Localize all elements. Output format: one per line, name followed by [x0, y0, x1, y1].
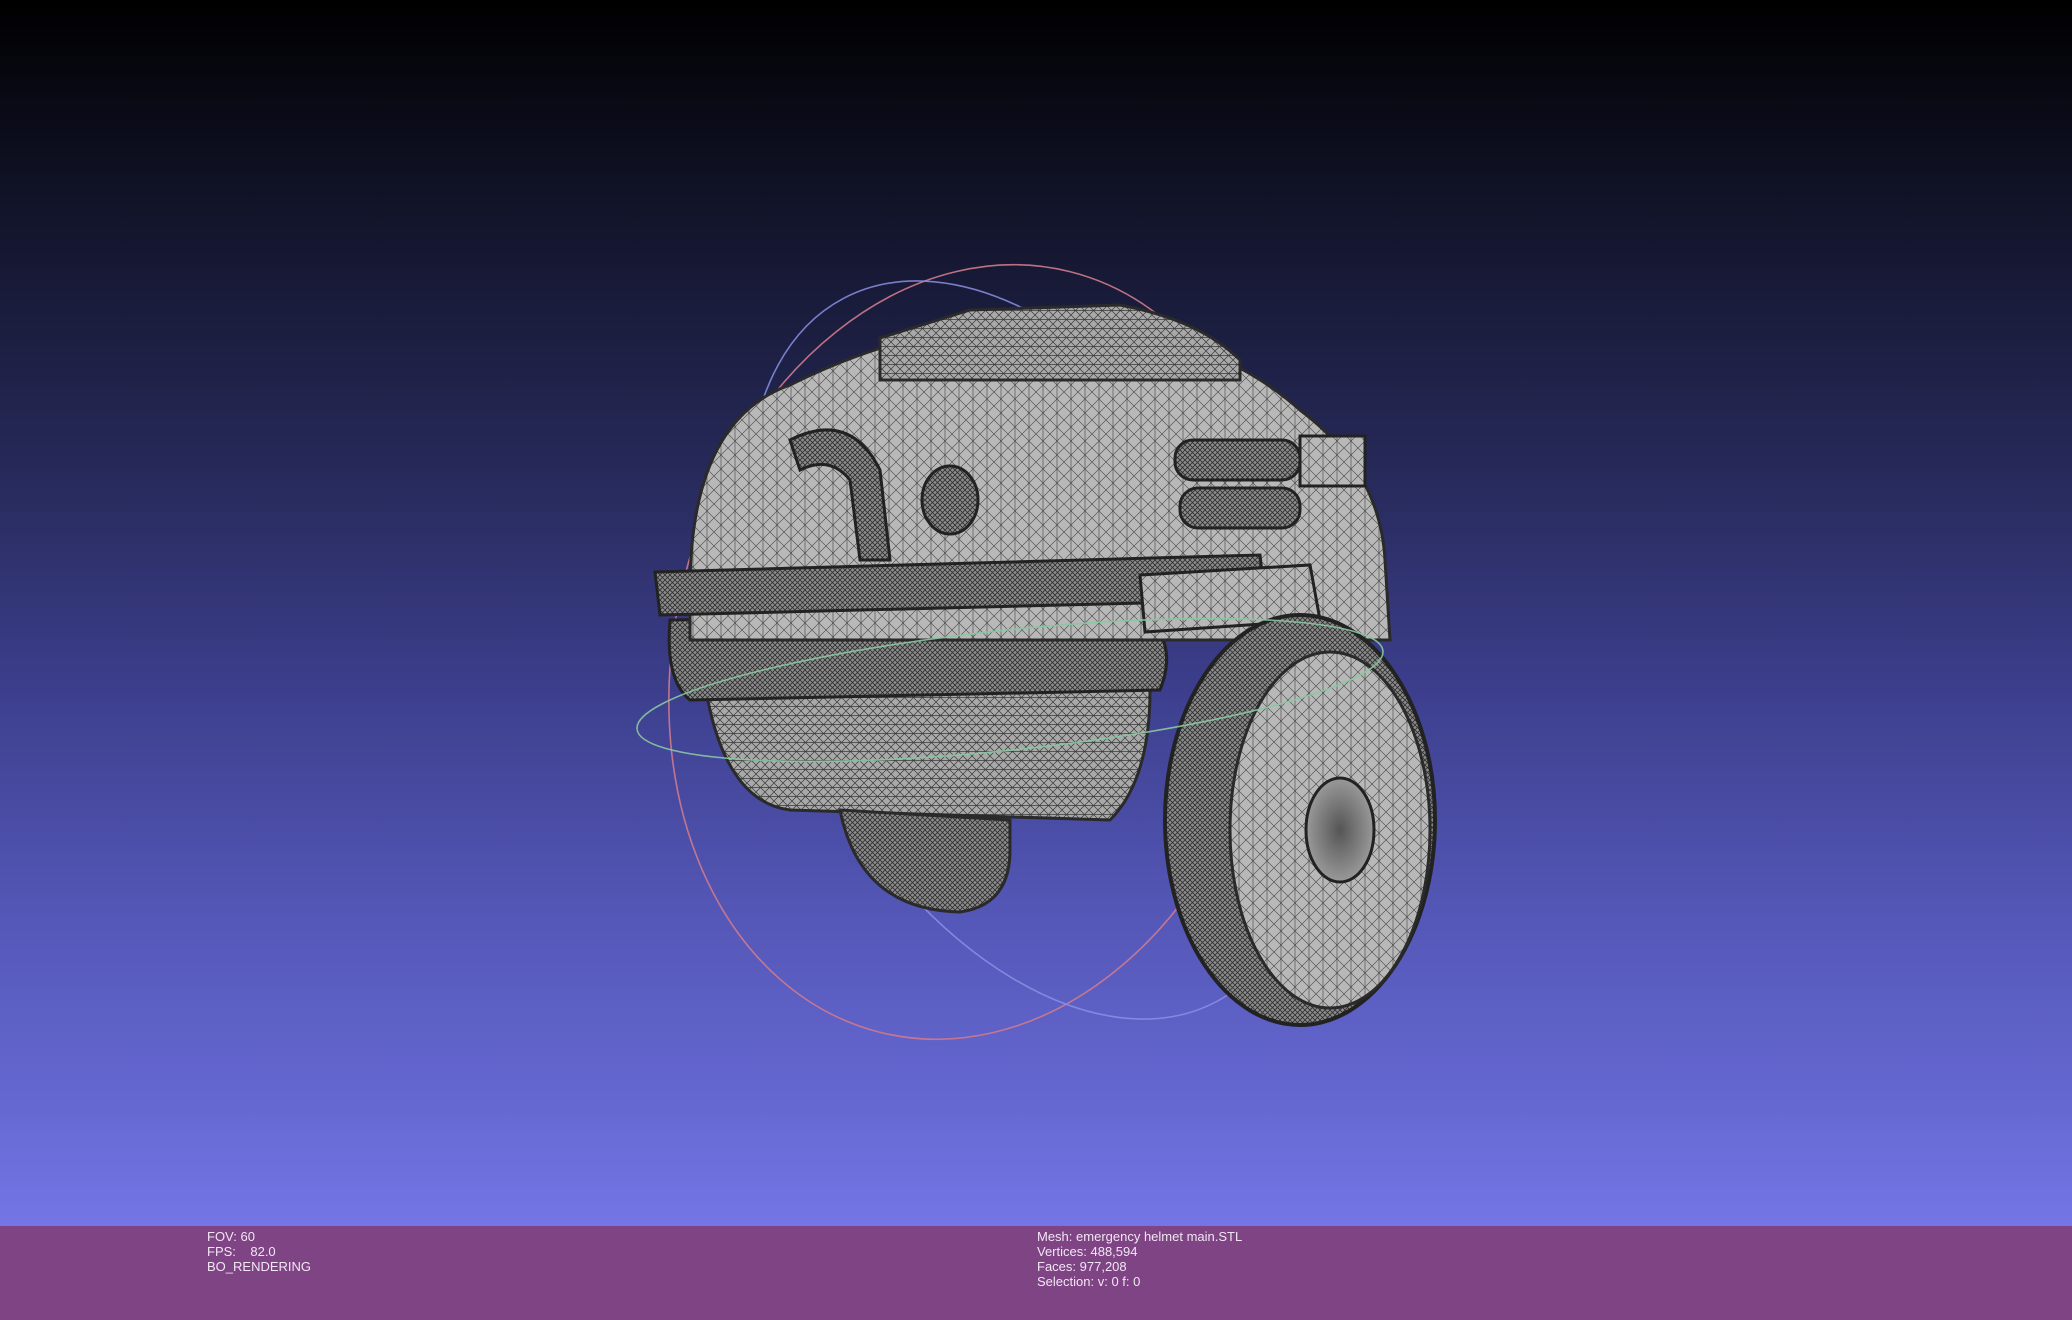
render-mode: BO_RENDERING — [207, 1259, 312, 1274]
mesh-name-readout: Mesh: emergency helmet main.STL — [1037, 1229, 1242, 1244]
selection-value: v: 0 f: 0 — [1097, 1274, 1141, 1289]
selection-label: Selection: — [1037, 1274, 1095, 1289]
mesh-top-ridge — [878, 303, 1242, 382]
mesh-label: Mesh: — [1037, 1229, 1073, 1244]
fps-label: FPS: — [207, 1244, 236, 1259]
3d-viewport[interactable] — [0, 0, 2072, 1320]
render-info-panel: FOV: 60 FPS: 82.0 BO_RENDERING — [207, 1229, 311, 1274]
mesh-info-panel: Mesh: emergency helmet main.STL Vertices… — [1037, 1229, 1242, 1289]
mesh-lamp — [920, 464, 980, 536]
mesh-chin-bump — [838, 808, 1012, 914]
vertices-readout: Vertices: 488,594 — [1037, 1244, 1242, 1259]
fov-readout: FOV: 60 — [207, 1229, 311, 1244]
faces-readout: Faces: 977,208 — [1037, 1259, 1242, 1274]
fps-readout: FPS: 82.0 — [207, 1244, 311, 1259]
mesh-ear-cup — [1163, 613, 1437, 1027]
fps-value: 82.0 — [250, 1244, 276, 1259]
status-bar: FOV: 60 FPS: 82.0 BO_RENDERING Mesh: eme… — [0, 1226, 2072, 1320]
mesh-name: emergency helmet main.STL — [1076, 1229, 1243, 1244]
faces-label: Faces: — [1037, 1259, 1077, 1274]
vertices-value: 488,594 — [1090, 1244, 1138, 1259]
fov-value: 60 — [240, 1229, 255, 1244]
selection-readout: Selection: v: 0 f: 0 — [1037, 1274, 1242, 1289]
faces-value: 977,208 — [1079, 1259, 1127, 1274]
vertices-label: Vertices: — [1037, 1244, 1087, 1259]
mesh-scene[interactable] — [0, 0, 2072, 1320]
helmet-mesh[interactable] — [653, 303, 1437, 1027]
fov-label: FOV: — [207, 1229, 237, 1244]
